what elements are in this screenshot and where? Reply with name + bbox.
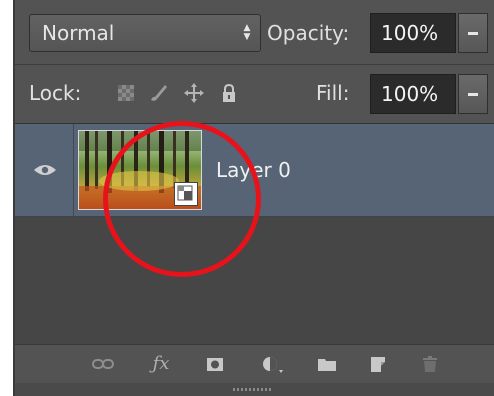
checkerboard-icon[interactable]	[118, 85, 134, 101]
lock-fill-row: Lock: Fill: 100%	[15, 65, 494, 124]
layers-toolbar: ƒx	[15, 344, 494, 383]
visibility-divider	[73, 124, 74, 216]
trash-icon[interactable]	[418, 353, 442, 375]
resize-grip[interactable]	[233, 388, 273, 391]
triangle-down-icon	[468, 32, 478, 35]
new-layer-icon[interactable]	[367, 353, 391, 375]
opacity-label: Opacity:	[267, 21, 350, 45]
blend-mode-dropdown[interactable]: Normal ▲ ▼	[29, 14, 261, 52]
layer-list: Layer 0	[15, 124, 494, 344]
opacity-input[interactable]: 100%	[370, 13, 456, 53]
fill-slider-button[interactable]	[458, 74, 488, 114]
layer-row[interactable]: Layer 0	[15, 124, 494, 217]
link-icon[interactable]	[91, 353, 115, 375]
blend-mode-label: Normal	[42, 21, 115, 45]
layer-name[interactable]: Layer 0	[216, 158, 291, 182]
padlock-icon[interactable]	[218, 82, 240, 104]
smart-object-icon	[174, 182, 198, 206]
triangle-down-icon	[468, 93, 478, 96]
lock-label: Lock:	[29, 81, 82, 105]
blend-opacity-row: Normal ▲ ▼ Opacity: 100%	[15, 0, 494, 65]
eye-icon[interactable]	[31, 152, 59, 188]
mask-icon[interactable]	[203, 353, 227, 375]
opacity-slider-button[interactable]	[458, 13, 488, 53]
adjustment-icon[interactable]	[260, 353, 284, 375]
fill-label: Fill:	[316, 81, 350, 105]
folder-icon[interactable]	[315, 353, 339, 375]
move-icon[interactable]	[183, 82, 205, 104]
opacity-value: 100%	[381, 21, 439, 45]
fill-value: 100%	[381, 82, 439, 106]
layers-panel: Normal ▲ ▼ Opacity: 100% Lock: Fill: 100…	[13, 0, 494, 396]
fill-input[interactable]: 100%	[370, 74, 456, 114]
brush-icon[interactable]	[147, 82, 169, 104]
fx-icon[interactable]: ƒx	[149, 353, 173, 375]
updown-arrows-icon: ▲ ▼	[243, 23, 251, 42]
panel-bottom-strip	[15, 383, 494, 396]
layer-thumbnail[interactable]	[78, 130, 202, 210]
